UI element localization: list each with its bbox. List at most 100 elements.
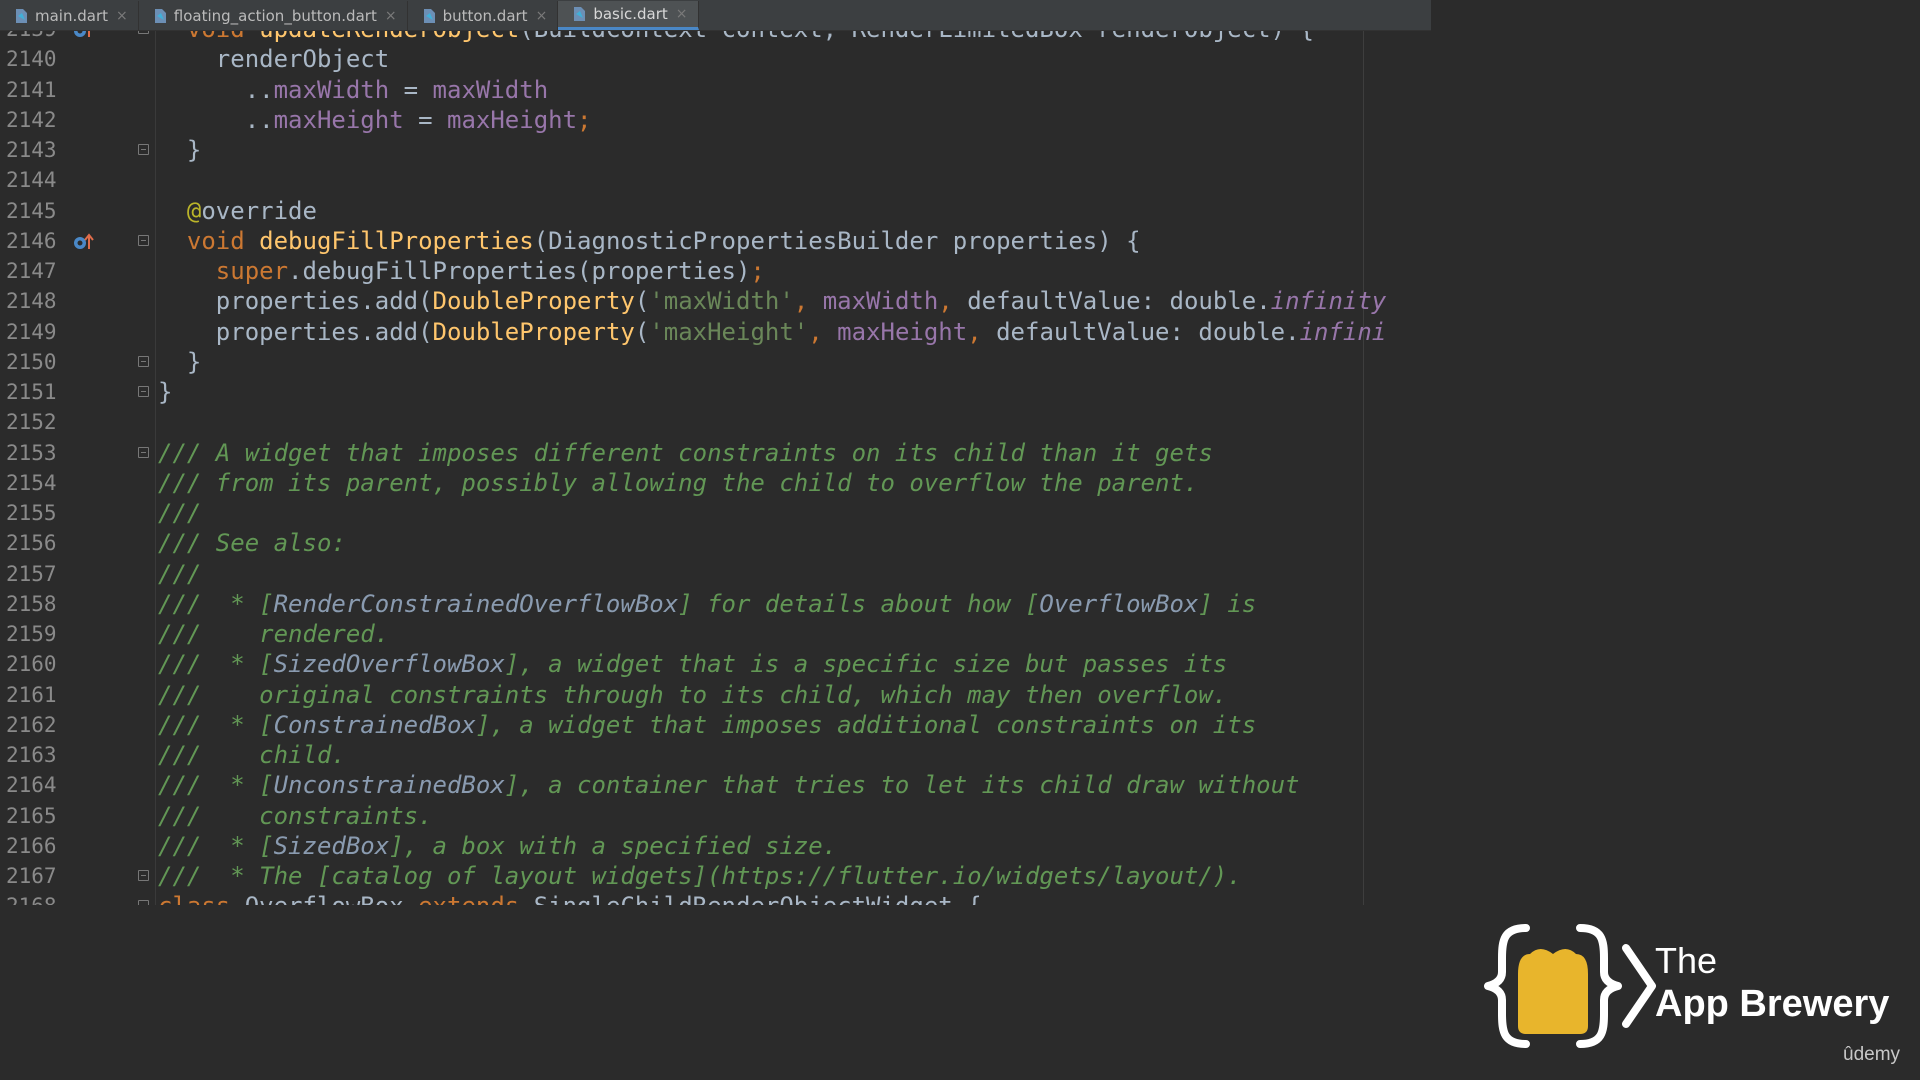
code-token: /// constraints.	[158, 801, 433, 830]
chevron-shape	[1622, 944, 1656, 1028]
code-line: 2163 /// child.	[0, 740, 1431, 770]
close-tab-icon[interactable]: ×	[536, 8, 548, 24]
code-text: /// * [UnconstrainedBox], a container th…	[158, 770, 1300, 800]
editor-tab[interactable]: basic.dart ×	[558, 1, 699, 30]
code-token: ,	[793, 287, 823, 316]
code-text: }	[158, 377, 172, 407]
code-editor[interactable]: 2139 void updateRenderObject(BuildContex…	[0, 0, 1431, 905]
override-marker-icon[interactable]	[72, 231, 96, 251]
line-number: 2167	[6, 864, 57, 888]
code-text: properties.add(DoubleProperty('maxHeight…	[158, 317, 1386, 347]
line-number: 2142	[6, 107, 57, 132]
line-number: 2152	[6, 410, 57, 435]
close-tab-icon[interactable]: ×	[116, 8, 128, 24]
code-token: maxWidth	[822, 287, 939, 316]
code-token: /// original constraints through to its …	[158, 680, 1228, 709]
code-token: super	[215, 257, 289, 285]
fold-marker-icon[interactable]	[138, 355, 149, 367]
line-number: 2164	[6, 773, 57, 798]
code-text: super.debugFillProperties(properties);	[158, 256, 765, 286]
code-text: /// child.	[158, 740, 346, 770]
code-token: infinity	[1270, 287, 1387, 316]
dart-file-icon	[574, 7, 586, 21]
code-token: maxWidth	[273, 75, 390, 104]
fold-marker-icon[interactable]	[138, 386, 149, 397]
line-number: 2163	[6, 743, 57, 767]
line-number: 2159	[6, 622, 57, 646]
line-number: 2149	[6, 319, 57, 344]
line-number: 2141	[6, 77, 57, 102]
code-token: (	[634, 287, 650, 316]
code-text: /// See also:	[158, 528, 346, 558]
code-token: ..	[158, 105, 274, 134]
code-line: 2149 properties.add(DoubleProperty('maxH…	[0, 317, 1431, 347]
code-token: /// * [	[158, 589, 274, 618]
code-text: renderObject	[158, 44, 389, 74]
code-token: properties.add(	[158, 287, 433, 316]
code-token: /// rendered.	[158, 620, 390, 648]
code-text: /// A widget that imposes different cons…	[158, 438, 1213, 468]
code-line: 2142 ..maxHeight = maxHeight;	[0, 105, 1431, 135]
beer-glass-shape	[1518, 949, 1588, 1034]
code-text: ///	[158, 498, 201, 528]
fold-marker-icon[interactable]	[138, 144, 149, 155]
code-token: ] for details about how [	[678, 589, 1040, 618]
code-line: 2151}	[0, 377, 1431, 407]
close-tab-icon[interactable]: ×	[676, 6, 688, 22]
code-token: maxHeight	[447, 105, 578, 134]
code-token: (DiagnosticPropertiesBuilder properties)…	[533, 226, 1141, 255]
editor-tab[interactable]: button.dart ×	[408, 1, 559, 30]
code-token: SizedBox	[273, 831, 390, 860]
code-line: 2145 @override	[0, 196, 1431, 226]
code-line: 2150 }	[0, 347, 1431, 377]
fold-marker-icon[interactable]	[138, 870, 149, 881]
tab-label: button.dart	[442, 6, 528, 25]
line-number: 2158	[6, 591, 57, 616]
code-token: .debugFillProperties(properties)	[288, 257, 751, 285]
line-number: 2145	[6, 198, 57, 223]
code-token: defaultValue: double.	[967, 287, 1271, 316]
code-token: 'maxWidth'	[649, 287, 794, 316]
code-token: /// * [	[158, 831, 274, 860]
code-token: defaultValue: double.	[996, 317, 1300, 346]
code-text: ..maxHeight = maxHeight;	[158, 105, 592, 135]
code-token: OverflowBox	[230, 892, 418, 905]
code-line: 2141 ..maxWidth = maxWidth	[0, 75, 1431, 105]
close-tab-icon[interactable]: ×	[385, 8, 397, 24]
code-token: maxHeight	[837, 317, 968, 346]
code-token: ,	[967, 317, 997, 346]
editor-tab[interactable]: floating_action_button.dart ×	[139, 1, 408, 30]
fold-marker-icon[interactable]	[138, 234, 149, 246]
code-token: }	[158, 378, 173, 406]
code-line: 2147 super.debugFillProperties(propertie…	[0, 256, 1431, 286]
code-text: /// * The [catalog of layout widgets](ht…	[158, 861, 1242, 891]
code-token: }	[158, 347, 202, 376]
editor-tab[interactable]: main.dart ×	[0, 1, 139, 30]
code-line: 2159 /// rendered.	[0, 619, 1431, 649]
code-token: ;	[577, 105, 592, 134]
line-number: 2151	[6, 380, 57, 404]
line-number: 2146	[6, 228, 57, 253]
code-token: ///	[158, 499, 202, 527]
code-token: /// * [	[158, 650, 274, 679]
code-line: 2160 /// * [SizedOverflowBox], a widget t…	[0, 649, 1431, 679]
dart-file-icon	[154, 8, 166, 23]
line-number: 2165	[6, 803, 57, 828]
code-token: ,	[938, 287, 968, 316]
code-line: 2156 /// See also:	[0, 528, 1431, 558]
code-text: /// constraints.	[158, 801, 433, 831]
code-token: /// from its parent, possibly allowing t…	[158, 468, 1199, 497]
code-text: }	[158, 135, 201, 165]
code-line: 2140 renderObject	[0, 44, 1431, 74]
line-number: 2166	[6, 833, 57, 858]
line-number: 2148	[6, 289, 57, 314]
fold-marker-icon[interactable]	[138, 446, 149, 458]
fold-marker-icon[interactable]	[138, 900, 149, 905]
code-token: ] is	[1198, 589, 1257, 618]
code-token: override	[201, 196, 317, 225]
code-token: /// A widget that imposes different cons…	[158, 438, 1213, 467]
code-line: 2164 /// * [UnconstrainedBox], a containe…	[0, 770, 1431, 800]
